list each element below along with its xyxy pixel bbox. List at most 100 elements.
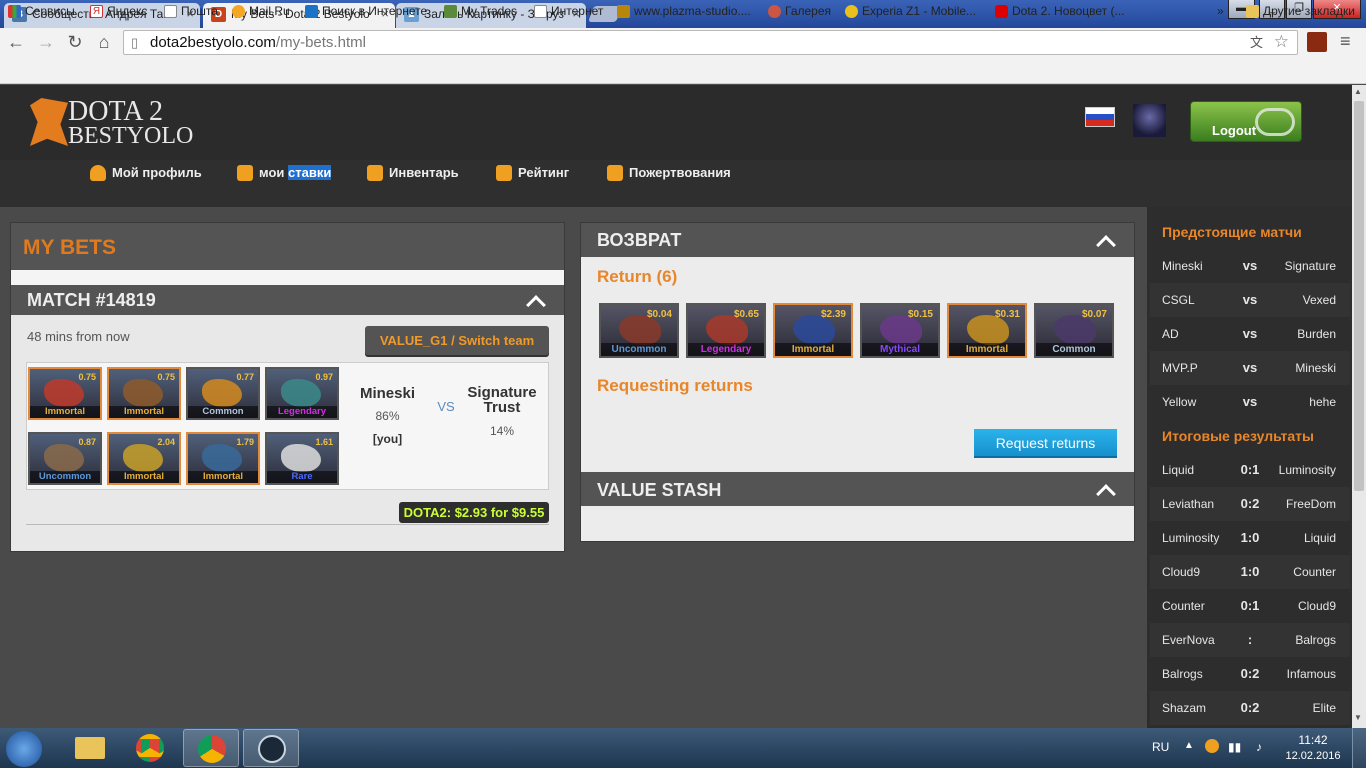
reload-icon[interactable]: ↻ bbox=[65, 32, 85, 52]
russian-flag-icon[interactable] bbox=[1085, 107, 1115, 127]
item-price: $0.07 bbox=[1081, 309, 1107, 320]
clock-date[interactable]: 12.02.2016 bbox=[1278, 750, 1348, 762]
nav-profile[interactable]: Мой профиль bbox=[90, 164, 202, 182]
match-row[interactable]: AD vs Burden bbox=[1150, 317, 1350, 351]
bookmark-item[interactable]: Интернет bbox=[534, 4, 603, 19]
bookmark-label: www.plazma-studio.... bbox=[634, 4, 751, 18]
avatar[interactable] bbox=[1133, 104, 1166, 137]
bet-item[interactable]: 0.75 Immortal bbox=[28, 367, 102, 420]
back-icon[interactable]: ← bbox=[6, 32, 26, 52]
nav-donations[interactable]: Пожертвования bbox=[607, 164, 731, 182]
bet-item[interactable]: 1.79 Immortal bbox=[186, 432, 260, 485]
match-row[interactable]: Counter 0:1 Cloud9 bbox=[1150, 589, 1350, 623]
bookmark-item[interactable]: www.plazma-studio.... bbox=[617, 4, 751, 19]
return-item[interactable]: $2.39 Immortal bbox=[773, 303, 853, 358]
bookmark-item[interactable]: Поиск в Интернете bbox=[305, 4, 427, 19]
taskbar-chrome-active[interactable] bbox=[183, 729, 239, 767]
volume-icon[interactable]: ♪ bbox=[1256, 740, 1262, 754]
nav-rating[interactable]: Рейтинг bbox=[496, 164, 569, 182]
item-price: 0.87 bbox=[78, 437, 96, 447]
match-row[interactable]: Mineski vs Signature bbox=[1150, 249, 1350, 283]
bookmark-item[interactable]: Галерея bbox=[768, 4, 831, 19]
match-row[interactable]: Luminosity 1:0 Liquid bbox=[1150, 521, 1350, 555]
taskbar-steam[interactable] bbox=[243, 729, 299, 767]
home-icon[interactable]: ⌂ bbox=[94, 32, 114, 52]
bet-item[interactable]: 0.77 Common bbox=[186, 367, 260, 420]
page-scrollbar[interactable]: ▲ ▼ bbox=[1352, 85, 1366, 728]
clock-time[interactable]: 11:42 bbox=[1283, 733, 1343, 747]
trades-icon bbox=[444, 5, 457, 18]
team-right: hehe bbox=[1309, 395, 1336, 409]
star-icon[interactable]: ☆ bbox=[1274, 30, 1289, 53]
team2-percent: 14% bbox=[489, 424, 515, 438]
item-image bbox=[123, 379, 163, 407]
nav-label: Мой профиль bbox=[112, 165, 202, 180]
scroll-down-icon[interactable]: ▼ bbox=[1354, 713, 1362, 722]
match-row[interactable]: Liquid 0:1 Luminosity bbox=[1150, 453, 1350, 487]
item-image bbox=[281, 379, 321, 407]
return-item[interactable]: $0.04 Uncommon bbox=[599, 303, 679, 358]
team-right: Counter bbox=[1293, 565, 1336, 579]
match-row[interactable]: Cloud9 1:0 Counter bbox=[1150, 555, 1350, 589]
match-row[interactable]: Shazam 0:2 Elite bbox=[1150, 691, 1350, 725]
return-item[interactable]: $0.65 Legendary bbox=[686, 303, 766, 358]
menu-icon[interactable]: ≡ bbox=[1340, 31, 1351, 52]
bookmark-item[interactable]: Сервисы bbox=[8, 4, 75, 19]
forward-icon[interactable]: → bbox=[36, 32, 56, 52]
match-row[interactable]: CSGL vs Vexed bbox=[1150, 283, 1350, 317]
return-item[interactable]: $0.07 Common bbox=[1034, 303, 1114, 358]
scroll-up-icon[interactable]: ▲ bbox=[1354, 87, 1362, 96]
match-row[interactable]: Yellow vs hehe bbox=[1150, 385, 1350, 419]
bookmark-item[interactable]: Mail.Ru bbox=[232, 4, 290, 19]
nav-my-bets[interactable]: мои ставки bbox=[237, 164, 332, 182]
extension-icon[interactable] bbox=[1307, 32, 1327, 52]
item-rarity: Common bbox=[188, 406, 258, 418]
match-row[interactable]: Balrogs 0:2 Infamous bbox=[1150, 657, 1350, 691]
bet-item[interactable]: 1.61 Rare bbox=[265, 432, 339, 485]
show-desktop-button[interactable] bbox=[1352, 728, 1366, 768]
item-image bbox=[202, 379, 242, 407]
item-price: 0.77 bbox=[236, 372, 254, 382]
bookmark-item[interactable]: Пошта bbox=[164, 4, 218, 19]
page-icon: ▯ bbox=[131, 35, 139, 50]
experia-icon bbox=[845, 5, 858, 18]
logout-button[interactable]: Logout bbox=[1190, 101, 1302, 142]
start-button[interactable] bbox=[6, 731, 42, 767]
page-icon bbox=[164, 5, 177, 18]
item-price: $2.39 bbox=[820, 309, 846, 320]
match-row[interactable]: EverNova: Balrogs bbox=[1150, 623, 1350, 657]
bet-item[interactable]: 0.87 Uncommon bbox=[28, 432, 102, 485]
steam-icon bbox=[258, 735, 286, 763]
language-indicator[interactable]: RU bbox=[1152, 740, 1169, 754]
taskbar-chrome[interactable] bbox=[122, 729, 178, 767]
network-icon[interactable]: ▮▮ bbox=[1228, 740, 1241, 754]
bet-item[interactable]: 0.75 Immortal bbox=[107, 367, 181, 420]
upcoming-title: Предстоящие матчи bbox=[1162, 224, 1302, 240]
other-bookmarks[interactable]: Другие закладки bbox=[1246, 4, 1355, 19]
bookmark-item[interactable]: Dota 2. Новоцвет (... bbox=[995, 4, 1125, 19]
site-logo[interactable]: DOTA 2 BESTYOLO bbox=[30, 96, 193, 150]
bookmarks-more-button[interactable]: » bbox=[1203, 4, 1224, 19]
translate-icon[interactable]: 文 bbox=[1250, 31, 1263, 54]
taskbar-explorer[interactable] bbox=[62, 729, 118, 767]
bet-item[interactable]: 0.97 Legendary bbox=[265, 367, 339, 420]
switch-team-button[interactable]: VALUE_G1 / Switch team bbox=[365, 326, 549, 355]
bet-item[interactable]: 2.04 Immortal bbox=[107, 432, 181, 485]
tray-app-icon[interactable] bbox=[1205, 739, 1219, 753]
item-rarity: Immortal bbox=[30, 406, 100, 418]
return-item[interactable]: $0.15 Mythical bbox=[860, 303, 940, 358]
bookmark-item[interactable]: Experia Z1 - Mobile... bbox=[845, 4, 976, 19]
tray-expand-icon[interactable]: ▲ bbox=[1184, 740, 1194, 751]
scrollbar-thumb[interactable] bbox=[1354, 101, 1364, 491]
item-rarity: Immortal bbox=[109, 471, 179, 483]
bookmark-item[interactable]: Я Яндекс bbox=[90, 4, 147, 19]
nav-inventory[interactable]: Инвентарь bbox=[367, 164, 459, 182]
match-row[interactable]: MVP.P vs Mineski bbox=[1150, 351, 1350, 385]
address-bar[interactable]: ▯ dota2bestyolo.com/my-bets.html 文 ☆ bbox=[123, 30, 1298, 55]
bookmark-item[interactable]: My Trades bbox=[444, 4, 517, 19]
return-item[interactable]: $0.31 Immortal bbox=[947, 303, 1027, 358]
bookmark-label: Яндекс bbox=[107, 4, 148, 18]
request-returns-button[interactable]: Request returns bbox=[974, 429, 1117, 458]
item-rarity: Rare bbox=[267, 471, 337, 483]
match-row[interactable]: Leviathan 0:2 FreeDom bbox=[1150, 487, 1350, 521]
